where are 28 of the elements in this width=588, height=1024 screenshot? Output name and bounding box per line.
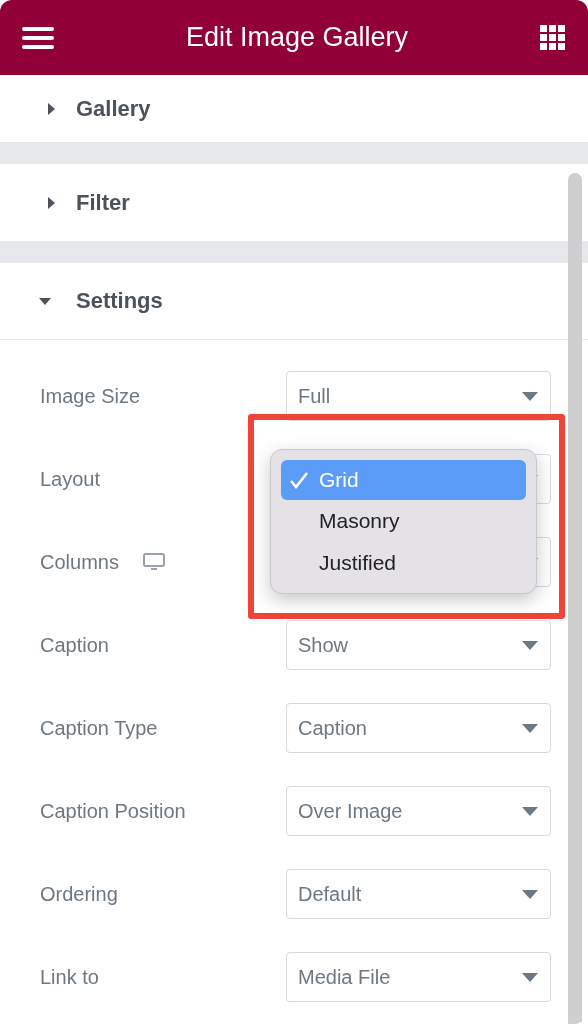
caret-icon (522, 889, 538, 899)
caret-icon (522, 806, 538, 816)
panel-title: Edit Image Gallery (185, 22, 409, 53)
select-field[interactable]: Over Image (286, 786, 551, 836)
dropdown-option[interactable]: Masonry (281, 501, 526, 542)
field-label: Caption Position (40, 799, 186, 823)
menu-icon[interactable] (22, 25, 54, 50)
desktop-icon[interactable] (142, 553, 165, 571)
select-field[interactable]: Default (286, 869, 551, 919)
caret-icon (522, 723, 538, 733)
checkmark-icon (289, 471, 309, 490)
dropdown-option[interactable]: Grid (281, 460, 526, 501)
field-label: Link to (40, 965, 99, 989)
field-label: Columns (40, 550, 119, 574)
field-label: Image Size (40, 384, 141, 408)
caret-icon (522, 391, 538, 401)
select-field[interactable]: Caption (286, 703, 551, 753)
field-label: Ordering (40, 882, 118, 906)
field-label: Caption (40, 633, 109, 657)
caret-icon (522, 640, 538, 650)
scrollbar[interactable] (568, 173, 582, 1024)
field-label: Layout (40, 467, 101, 491)
dropdown-option[interactable]: Justified (281, 542, 526, 583)
apps-grid-icon[interactable] (540, 24, 566, 51)
caret-icon (522, 972, 538, 982)
field-label: Caption Type (40, 716, 158, 740)
select-field[interactable]: Media File (286, 952, 551, 1002)
select-field[interactable]: Show (286, 620, 551, 670)
